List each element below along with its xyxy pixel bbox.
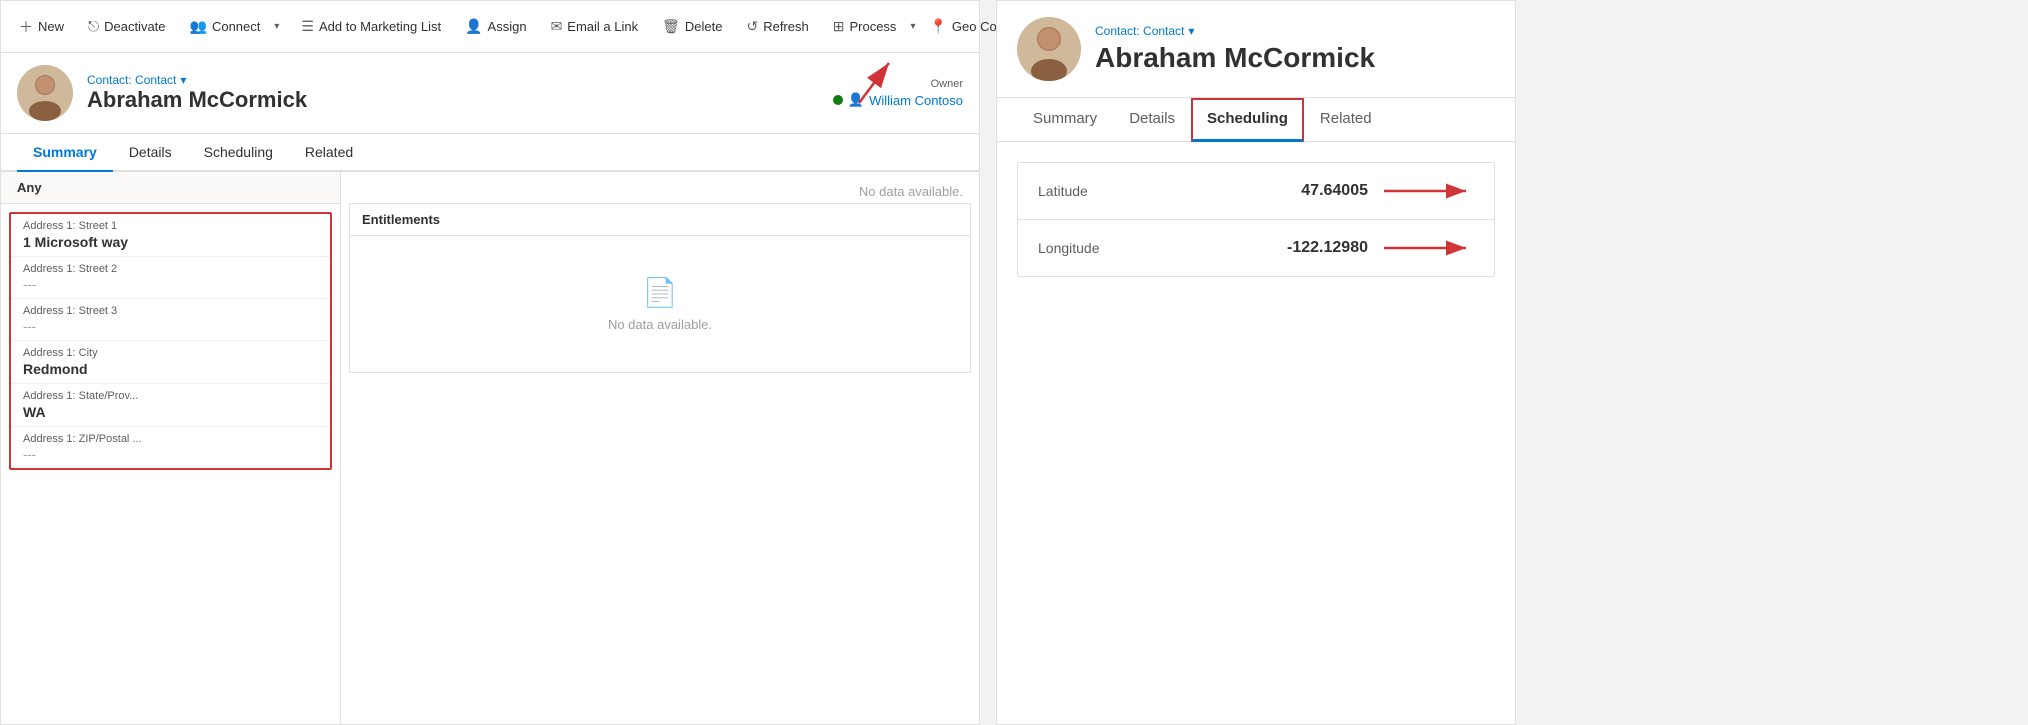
rp-avatar <box>1017 17 1081 81</box>
latitude-arrow <box>1384 181 1474 201</box>
refresh-icon: ↺ <box>746 18 758 35</box>
add-to-marketing-button[interactable]: ☰ Add to Marketing List <box>291 12 451 41</box>
field-street3: Address 1: Street 3 --- <box>11 299 330 341</box>
rp-tab-summary[interactable]: Summary <box>1017 98 1113 142</box>
form-section: Any Address 1: Street 1 1 Microsoft way … <box>1 172 341 724</box>
field-state-value: WA <box>23 404 318 420</box>
assign-icon: 👤 <box>465 18 482 35</box>
field-zip: Address 1: ZIP/Postal ... --- <box>11 427 330 468</box>
rp-entity: Contact: Contact ▾ <box>1095 24 1375 38</box>
new-button[interactable]: ＋ New <box>9 11 74 43</box>
no-data-label: No data available. <box>349 180 971 203</box>
field-street2-label: Address 1: Street 2 <box>23 263 318 275</box>
latitude-value: 47.64005 <box>1301 182 1368 200</box>
latitude-row: Latitude 47.64005 <box>1018 163 1494 220</box>
field-city-label: Address 1: City <box>23 347 318 359</box>
field-street3-value: --- <box>23 319 318 334</box>
owner-label: Owner <box>931 78 963 90</box>
geocode-icon: 📍 <box>929 18 946 35</box>
rp-tab-details[interactable]: Details <box>1113 98 1191 142</box>
entitlements-header: Entitlements <box>350 204 970 236</box>
longitude-value: -122.12980 <box>1287 239 1368 257</box>
field-state-label: Address 1: State/Prov... <box>23 390 318 402</box>
contact-header: Contact: Contact ▾ Abraham McCormick Own… <box>1 53 979 134</box>
rp-tab-scheduling[interactable]: Scheduling <box>1191 98 1304 142</box>
geo-card: Latitude 47.64005 Longi <box>1017 162 1495 277</box>
process-button[interactable]: ⊞ Process <box>823 12 907 41</box>
contact-title-block: Contact: Contact ▾ Abraham McCormick <box>87 73 307 113</box>
field-street1-value: 1 Microsoft way <box>23 234 318 250</box>
section-header: Any <box>1 172 340 204</box>
process-chevron-icon[interactable]: ▾ <box>910 21 915 32</box>
longitude-value-group: -122.12980 <box>1287 238 1474 258</box>
connect-chevron-icon[interactable]: ▾ <box>274 21 279 32</box>
field-zip-value: --- <box>23 447 318 462</box>
avatar <box>17 65 73 121</box>
main-content: Any Address 1: Street 1 1 Microsoft way … <box>1 172 979 724</box>
tabs: Summary Details Scheduling Related <box>1 134 979 172</box>
longitude-label: Longitude <box>1038 240 1100 256</box>
no-data-text: No data available. <box>608 317 712 332</box>
right-section: No data available. Entitlements 📄 No dat… <box>341 172 979 724</box>
rp-title-block: Contact: Contact ▾ Abraham McCormick <box>1095 24 1375 74</box>
contact-name: Abraham McCormick <box>87 87 307 113</box>
email-icon: ✉ <box>551 18 563 35</box>
form-highlighted-group: Address 1: Street 1 1 Microsoft way Addr… <box>9 212 332 470</box>
field-city-value: Redmond <box>23 361 318 377</box>
process-icon: ⊞ <box>833 18 845 35</box>
plus-icon: ＋ <box>19 17 33 37</box>
no-data-icon: 📄 <box>643 276 678 309</box>
contact-entity: Contact: Contact ▾ <box>87 73 307 87</box>
field-street1-label: Address 1: Street 1 <box>23 220 318 232</box>
longitude-arrow <box>1384 238 1474 258</box>
entity-chevron-icon: ▾ <box>180 73 186 87</box>
field-street2: Address 1: Street 2 --- <box>11 257 330 299</box>
entitlements-no-data: 📄 No data available. <box>350 236 970 372</box>
toolbar: ＋ New ⎋ Deactivate 👥 Connect ▾ ☰ Add to … <box>1 1 979 53</box>
rp-entity-chevron-icon: ▾ <box>1188 24 1194 38</box>
geo-code-arrow <box>799 53 899 113</box>
deactivate-icon: ⎋ <box>88 18 99 35</box>
scheduling-content: Latitude 47.64005 Longi <box>997 142 1515 724</box>
tab-details[interactable]: Details <box>113 134 188 172</box>
longitude-row: Longitude -122.12980 <box>1018 220 1494 276</box>
tab-related[interactable]: Related <box>289 134 369 172</box>
latitude-value-group: 47.64005 <box>1301 181 1474 201</box>
entitlements-section: Entitlements 📄 No data available. <box>349 203 971 373</box>
right-panel: Contact: Contact ▾ Abraham McCormick Sum… <box>996 0 1516 725</box>
email-link-button[interactable]: ✉ Email a Link <box>541 12 649 41</box>
connect-button[interactable]: 👥 Connect <box>180 12 271 41</box>
field-state: Address 1: State/Prov... WA <box>11 384 330 427</box>
field-street1: Address 1: Street 1 1 Microsoft way <box>11 214 330 257</box>
deactivate-button[interactable]: ⎋ Deactivate <box>78 12 176 41</box>
connect-icon: 👥 <box>190 18 207 35</box>
rp-contact-name: Abraham McCormick <box>1095 42 1375 74</box>
field-city: Address 1: City Redmond <box>11 341 330 384</box>
refresh-button[interactable]: ↺ Refresh <box>736 12 818 41</box>
rp-tabs: Summary Details Scheduling Related <box>997 98 1515 142</box>
field-zip-label: Address 1: ZIP/Postal ... <box>23 433 318 445</box>
latitude-label: Latitude <box>1038 183 1088 199</box>
delete-button[interactable]: 🗑 Delete <box>652 12 732 41</box>
left-panel: ＋ New ⎋ Deactivate 👥 Connect ▾ ☰ Add to … <box>0 0 980 725</box>
rp-header-row: Contact: Contact ▾ Abraham McCormick <box>997 1 1515 98</box>
field-street2-value: --- <box>23 277 318 292</box>
marketing-icon: ☰ <box>301 18 314 35</box>
assign-button[interactable]: 👤 Assign <box>455 12 536 41</box>
tab-summary[interactable]: Summary <box>17 134 113 172</box>
contact-header-left: Contact: Contact ▾ Abraham McCormick <box>17 65 307 121</box>
field-street3-label: Address 1: Street 3 <box>23 305 318 317</box>
delete-icon: 🗑 <box>662 18 680 35</box>
tab-scheduling[interactable]: Scheduling <box>188 134 289 172</box>
rp-tab-related[interactable]: Related <box>1304 98 1388 142</box>
